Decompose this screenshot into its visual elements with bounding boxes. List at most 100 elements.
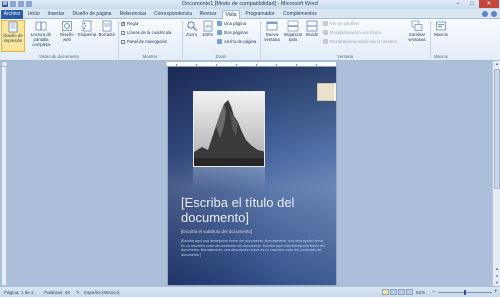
- synchronous-scrolling-label: Desplazamiento sincrónico: [330, 30, 382, 35]
- group-label-zoom: Zoom: [215, 54, 227, 59]
- navigation-pane-checkbox[interactable]: Panel de navegación: [121, 39, 167, 44]
- zoom-out-icon[interactable]: −: [432, 289, 436, 295]
- switch-windows-button[interactable]: Cambiar ventanas: [406, 20, 428, 43]
- browse-object-icon[interactable]: ●: [494, 273, 500, 279]
- help-area: [482, 11, 497, 17]
- zoom-100-button[interactable]: 100 100%: [200, 20, 215, 38]
- tab-programador[interactable]: Programador: [243, 10, 277, 19]
- draft-button[interactable]: Borrador: [97, 20, 117, 38]
- minimize-button[interactable]: –: [451, 0, 465, 8]
- full-screen-reading-label: Lectura de pantalla completa: [30, 32, 52, 47]
- tab-archivo[interactable]: Archivo: [1, 10, 23, 19]
- ruler-tick: [236, 64, 237, 66]
- outline-label: Esquema: [78, 32, 97, 37]
- ruler-tick: [216, 64, 217, 66]
- tab-revisar[interactable]: Revisar: [197, 10, 219, 19]
- tab-inicio[interactable]: Inicio: [26, 10, 42, 19]
- tab-correspondencia[interactable]: Correspondencia: [152, 10, 194, 19]
- two-pages-label: Dos páginas: [224, 30, 248, 35]
- scrollbar-thumb[interactable]: [494, 69, 500, 189]
- outline-view-icon[interactable]: [406, 289, 413, 295]
- vertical-scrollbar[interactable]: ▲ ▲ ● ▼: [492, 61, 500, 286]
- print-layout-icon: [7, 21, 19, 33]
- word-count[interactable]: Palabras: 48: [44, 290, 70, 295]
- draft-icon: [101, 20, 113, 32]
- reset-window-position-icon: [323, 39, 328, 44]
- zoom-slider[interactable]: [438, 290, 492, 295]
- new-window-icon: [266, 20, 278, 32]
- arrange-all-icon: [287, 20, 299, 32]
- two-pages-button[interactable]: Dos páginas: [217, 30, 248, 35]
- print-layout-button[interactable]: Diseño de impresión: [1, 20, 25, 52]
- zoom-level[interactable]: 52%: [416, 290, 425, 295]
- ruler-label: Regla: [127, 21, 139, 26]
- page-count[interactable]: Página: 1 de 2: [4, 290, 34, 295]
- window-title: Documento1 [Modo de compatibilidad] - Mi…: [182, 1, 318, 7]
- zoom-in-icon[interactable]: +: [494, 289, 498, 295]
- zoom-label: Zoom: [186, 32, 197, 37]
- web-view-icon[interactable]: [398, 289, 405, 295]
- zoom-icon: [186, 20, 198, 32]
- ruler-tick: [296, 64, 297, 66]
- gridlines-label: Líneas de la cuadrícula: [127, 30, 172, 35]
- zoom-100-label: 100%: [202, 32, 213, 37]
- outline-icon: [81, 20, 93, 32]
- document-subtitle[interactable]: [Escriba el subtítulo del documento]: [181, 229, 331, 234]
- zoom-slider-knob[interactable]: [464, 290, 466, 295]
- gridlines-check-icon: [121, 30, 125, 35]
- document-title[interactable]: [Escriba el título del documento]: [181, 195, 331, 225]
- full-screen-view-icon[interactable]: [390, 289, 397, 295]
- view-buttons: [382, 289, 413, 295]
- zoom-button[interactable]: Zoom: [184, 20, 199, 38]
- previous-page-icon[interactable]: ▲: [494, 266, 500, 272]
- web-layout-button[interactable]: Diseño web: [57, 20, 77, 43]
- full-screen-reading-button[interactable]: Lectura de pantalla completa: [27, 20, 55, 47]
- vertical-ruler[interactable]: [2, 67, 7, 285]
- arrange-all-button[interactable]: Organizar todo: [283, 20, 303, 43]
- tab-insertar[interactable]: Insertar: [45, 10, 67, 19]
- macros-button[interactable]: Macros: [432, 20, 450, 38]
- outline-button[interactable]: Esquema: [78, 20, 96, 38]
- synchronous-scrolling-button[interactable]: Desplazamiento sincrónico: [323, 30, 381, 35]
- tab-complementos[interactable]: Complementos: [280, 10, 320, 19]
- one-page-label: Una página: [224, 21, 246, 26]
- one-page-icon: [217, 21, 222, 26]
- close-button[interactable]: ✕: [479, 0, 499, 8]
- arrange-all-label: Organizar todo: [283, 32, 303, 42]
- minimize-ribbon-icon[interactable]: [482, 11, 488, 17]
- help-icon[interactable]: [491, 11, 497, 17]
- year-placeholder-box[interactable]: [317, 83, 335, 101]
- language-indicator[interactable]: Español (México): [84, 290, 120, 295]
- new-window-button[interactable]: Nueva ventana: [262, 20, 282, 43]
- page-width-label: Ancho de página: [224, 39, 257, 44]
- ruler-check-icon: [121, 21, 126, 27]
- spelling-check-icon[interactable]: ✎: [76, 290, 80, 296]
- gridlines-checkbox[interactable]: Líneas de la cuadrícula: [121, 30, 171, 35]
- document-abstract[interactable]: [Escriba aquí una descripción breve del …: [181, 239, 326, 257]
- ruler-tick: [256, 64, 257, 66]
- group-separator: [260, 21, 261, 58]
- document-page[interactable]: [Escriba el título del documento] [Escri…: [168, 67, 336, 285]
- group-label-window: Ventana: [337, 54, 353, 59]
- macros-label: Macros: [433, 32, 449, 37]
- zoom-100-icon: 100: [202, 20, 214, 32]
- maximize-button[interactable]: □: [465, 0, 479, 8]
- one-page-button[interactable]: Una página: [217, 21, 246, 26]
- group-separator: [430, 21, 431, 58]
- ruler-checkbox[interactable]: Regla: [121, 21, 139, 27]
- split-button[interactable]: Dividir: [304, 20, 320, 38]
- full-screen-reading-icon: [35, 20, 47, 32]
- reset-window-position-button[interactable]: Restablecer posición de la ventana: [323, 39, 397, 44]
- print-layout-view-icon[interactable]: [382, 289, 389, 295]
- tab-referencias[interactable]: Referencias: [117, 10, 149, 19]
- status-bar: Página: 1 de 2 Palabras: 48 ✎ Español (M…: [0, 286, 500, 297]
- page-width-button[interactable]: Ancho de página: [217, 39, 256, 44]
- scroll-up-icon[interactable]: ▲: [494, 61, 500, 67]
- rock-formation-image: [194, 92, 264, 166]
- view-side-by-side-button[interactable]: Ver en paralelo: [323, 21, 359, 26]
- draft-label: Borrador: [98, 32, 116, 37]
- year-placeholder-edge: [334, 83, 336, 101]
- ruler-tick: [316, 64, 317, 66]
- tab-diseno-de-pagina[interactable]: Diseño de página: [70, 10, 114, 19]
- cover-photo[interactable]: [193, 91, 265, 167]
